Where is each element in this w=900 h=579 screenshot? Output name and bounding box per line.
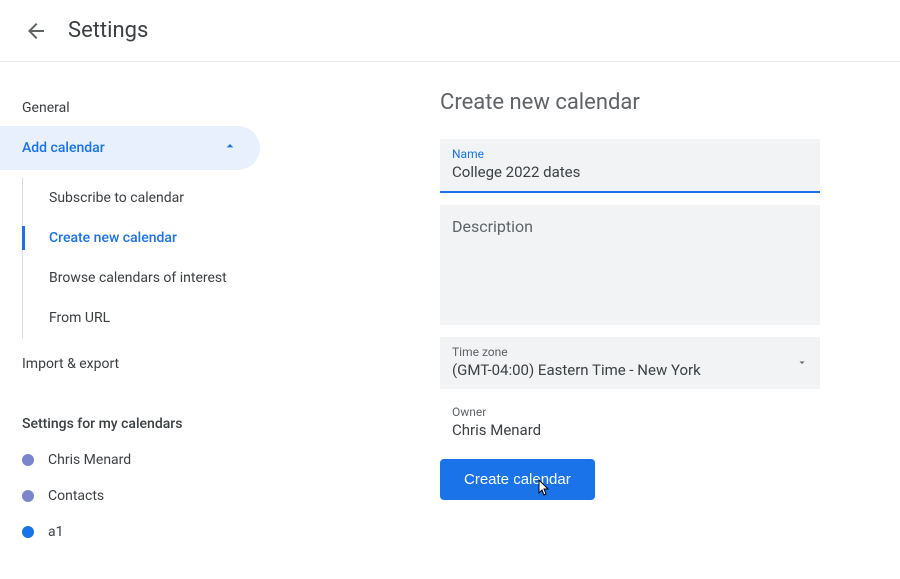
- owner-block: Owner Chris Menard: [440, 405, 860, 439]
- timezone-field[interactable]: Time zone (GMT-04:00) Eastern Time - New…: [440, 337, 820, 389]
- name-field[interactable]: Name College 2022 dates: [440, 139, 820, 193]
- sidebar-item-create-new-calendar[interactable]: Create new calendar: [23, 218, 260, 258]
- sidebar-item-import-export[interactable]: Import & export: [0, 346, 260, 382]
- calendar-item[interactable]: a1: [0, 514, 260, 550]
- caret-down-icon: [796, 354, 808, 373]
- timezone-label: Time zone: [452, 345, 808, 359]
- description-field[interactable]: Description: [440, 205, 820, 325]
- sidebar-item-add-calendar[interactable]: Add calendar: [0, 126, 260, 170]
- content: General Add calendar Subscribe to calend…: [0, 62, 900, 558]
- chevron-up-icon: [222, 138, 238, 158]
- main-title: Create new calendar: [440, 90, 860, 115]
- sidebar-item-label: Add calendar: [22, 140, 105, 156]
- sidebar-item-subscribe[interactable]: Subscribe to calendar: [23, 178, 260, 218]
- calendar-item[interactable]: Chris Menard: [0, 442, 260, 478]
- sidebar-subitems: Subscribe to calendar Create new calenda…: [22, 178, 260, 338]
- back-arrow-icon[interactable]: [24, 19, 48, 43]
- sidebar-item-browse-calendars[interactable]: Browse calendars of interest: [23, 258, 260, 298]
- sidebar-item-general[interactable]: General: [0, 90, 260, 126]
- sidebar-item-from-url[interactable]: From URL: [23, 298, 260, 338]
- page-title: Settings: [68, 18, 148, 43]
- calendar-color-dot: [22, 526, 34, 538]
- owner-name: Chris Menard: [452, 421, 860, 439]
- owner-label: Owner: [452, 405, 860, 419]
- calendar-item[interactable]: Contacts: [0, 478, 260, 514]
- calendar-color-dot: [22, 490, 34, 502]
- app-header: Settings: [0, 0, 900, 62]
- timezone-value: (GMT-04:00) Eastern Time - New York: [452, 361, 808, 379]
- calendar-color-dot: [22, 454, 34, 466]
- sidebar: General Add calendar Subscribe to calend…: [0, 82, 260, 558]
- create-calendar-button[interactable]: Create calendar: [440, 459, 595, 500]
- calendar-label: Chris Menard: [48, 452, 131, 468]
- section-heading-my-calendars: Settings for my calendars: [0, 406, 260, 442]
- description-label: Description: [452, 217, 808, 236]
- calendar-label: Contacts: [48, 488, 104, 504]
- main-panel: Create new calendar Name College 2022 da…: [260, 82, 900, 558]
- calendar-label: a1: [48, 524, 63, 540]
- name-label: Name: [452, 147, 808, 161]
- name-value: College 2022 dates: [452, 163, 808, 181]
